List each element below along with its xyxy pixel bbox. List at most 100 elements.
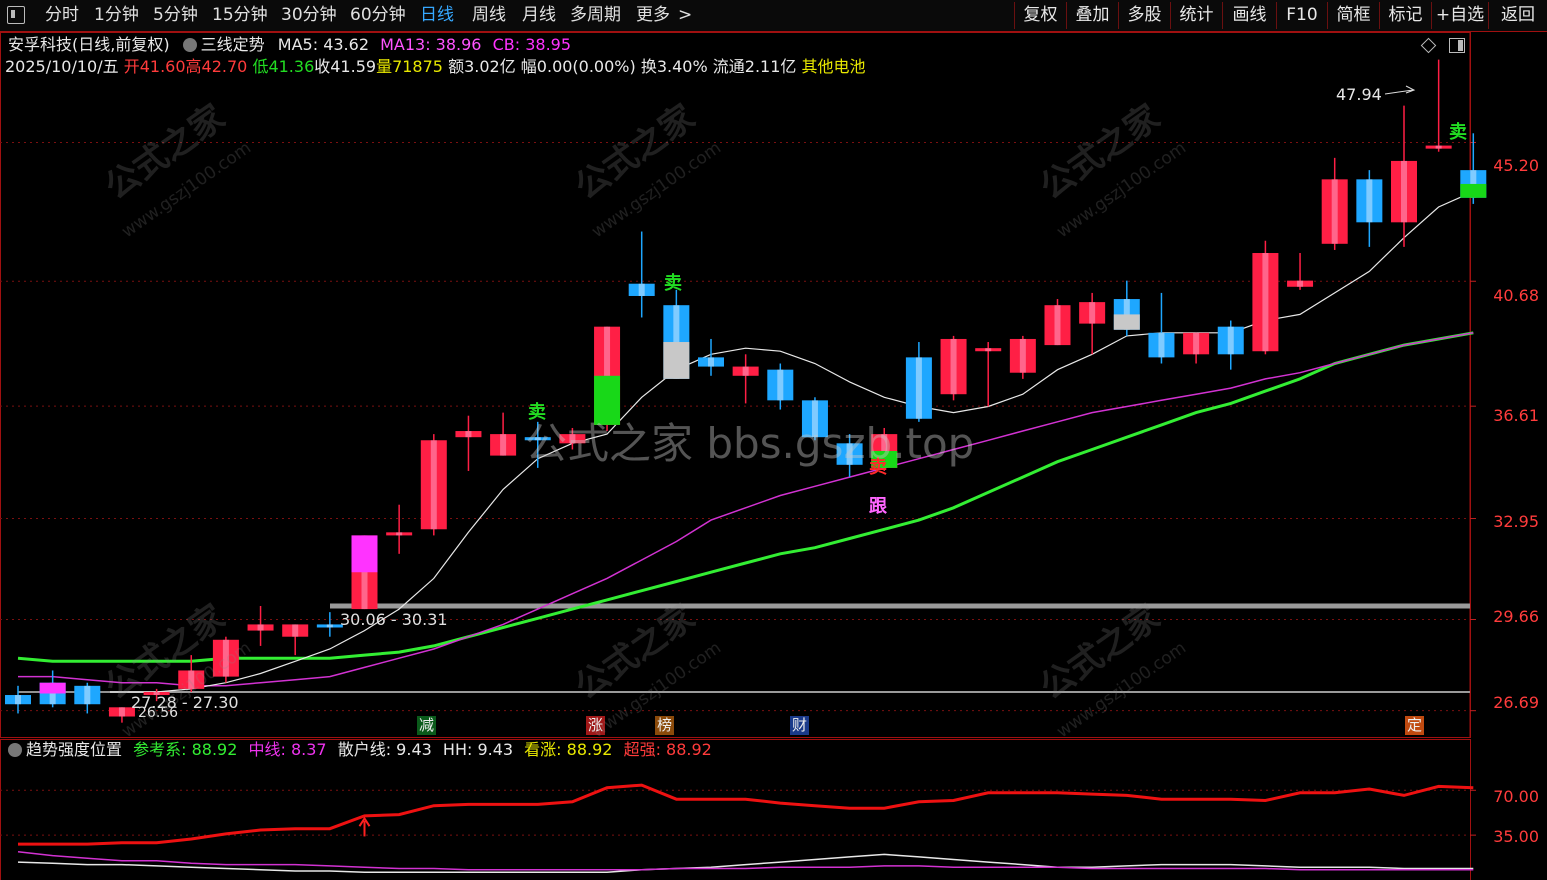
candle-stripe [1297,280,1304,287]
period-tab-5[interactable]: 60分钟 [350,4,406,26]
low-price-annotation: 26.56 [138,705,179,721]
toolbar-button-2[interactable]: 多股 [1118,2,1170,29]
candle-stripe [1227,326,1234,355]
period-tab-6[interactable]: 日线 [420,4,454,26]
amplitude-label: 幅0.00(0.00%) [520,57,636,76]
candle-stripe [1054,305,1061,346]
follow-signal: 跟 [869,496,887,517]
float-label: 流通2.11亿 [712,57,797,76]
concept-label[interactable]: 其他电池 [802,57,866,76]
stock-info-line: 安孚科技(日线,前复权) 三线定势 MA5: 43.62 MA13: 38.96… [8,35,571,55]
mid-line [17,851,1474,871]
candle-stripe [1331,179,1338,244]
fix-badge[interactable]: 定 [1405,716,1425,735]
candle-stripe [1366,179,1373,223]
candle-stripe [742,366,749,376]
ref-label: 参考系: 88.92 [133,740,238,759]
candle-stripe [465,431,472,438]
period-tab-0[interactable]: 分时 [45,4,79,26]
quote-line: 2025/10/10/五 开41.60高42.70 低41.36收41.59量7… [5,57,866,77]
candle-stripe [15,695,21,705]
rise-badge[interactable]: 涨 [586,716,606,735]
period-tab-3[interactable]: 15分钟 [212,4,268,26]
candle-stripe [638,283,645,296]
bull-label: 看涨: 88.92 [524,740,613,759]
price-tick-label: 45.20 [1493,156,1539,175]
high-label: 高42.70 [185,57,248,76]
toolbar-button-3[interactable]: 统计 [1170,2,1222,29]
period-tab-9[interactable]: 多周期 [570,4,621,26]
period-tab-7[interactable]: 周线 [472,4,506,26]
period-tab-2[interactable]: 5分钟 [153,4,198,26]
period-tab-8[interactable]: 月线 [522,4,556,26]
open-label: 开41.60 [123,57,186,76]
candle-stripe [1089,302,1096,324]
candle-stripe [118,707,125,717]
menu-icon[interactable] [7,6,25,24]
cb-label: CB: 38.95 [492,35,572,54]
candle-overlay [1113,314,1140,330]
close-label: 收41.59 [314,57,377,76]
watermark-site: 公式之家 bbs.gszb.top [525,419,975,468]
toolbar-button-4[interactable]: 画线 [1222,2,1276,29]
period-tab-10[interactable]: 更多 [636,4,670,26]
toolbar-button-9[interactable]: 返回 [1488,2,1547,29]
toolbar-button-5[interactable]: F10 [1276,2,1327,29]
strength-tick-label: 70.00 [1493,787,1539,806]
candle-stripe [1193,332,1200,355]
toolbar-button-7[interactable]: 标记 [1379,2,1431,29]
sub-plot-frame [0,739,1471,880]
period-tab-1[interactable]: 1分钟 [94,4,139,26]
strong-label: 超强: 88.92 [623,740,712,759]
volume-label: 量71875 [376,57,443,76]
high-price-annotation: 47.94 [1336,85,1382,104]
indicator-name[interactable]: 三线定势 [201,35,265,54]
candlestick-chart[interactable] [0,32,1547,738]
chevron-right-icon[interactable]: > [678,4,692,26]
panel-toggle-icon[interactable] [1449,38,1465,53]
candle-stripe [500,434,507,456]
period-tab-4[interactable]: 30分钟 [281,4,337,26]
toolbar-button-8[interactable]: +自选 [1431,2,1488,29]
trend-strength-chart[interactable] [0,739,1547,880]
candle-stripe [1401,160,1407,223]
toolbar-button-1[interactable]: 叠加 [1066,2,1118,29]
candle-overlay [351,535,378,573]
mid-label: 中线: 8.37 [248,740,327,759]
sell-signal: 卖 [664,273,682,294]
turnover-label: 换3.40% [640,57,708,76]
candle-overlay [663,342,690,379]
candle-stripe [257,624,264,631]
candle-stripe [222,639,229,677]
ma5-label: MA5: 43.62 [277,35,369,54]
hh-label: HH: 9.43 [442,740,514,759]
candle-stripe [1158,332,1165,358]
upper-range-label: 30.06 - 30.31 [340,610,448,629]
settings-icon[interactable] [182,38,197,52]
ma13-label: MA13: 38.96 [380,35,482,54]
toolbar-button-6[interactable]: 简框 [1327,2,1379,29]
price-tick-label: 40.68 [1493,286,1539,305]
candle-stripe [188,670,195,689]
retail-label: 散户线: 9.43 [337,740,432,759]
retail-line [17,853,1474,874]
main-plot-frame [0,32,1471,738]
sub-indicator-name[interactable]: 趋势强度位置 [26,740,122,759]
candle-stripe [1435,145,1442,149]
reduce-badge[interactable]: 减 [417,716,437,735]
finance-badge[interactable]: 财 [790,716,810,735]
candle-stripe [1262,253,1269,352]
amount-label: 额3.02亿 [448,57,516,76]
candle-stripe [84,685,91,705]
price-tick-label: 36.61 [1493,406,1539,425]
period-toolbar: 分时 1分钟 5分钟 15分钟 30分钟 60分钟 日线 周线 月线 多周期 更多 > 复权 叠加 多股统… [0,0,1547,32]
rank-badge[interactable]: 榜 [655,716,675,735]
price-tick-label: 29.66 [1493,607,1539,626]
candle-stripe [430,440,437,530]
candle-stripe [708,357,714,367]
date-label: 2025/10/10/五 [5,57,119,76]
stock-name[interactable]: 安孚科技(日线,前复权) [8,35,170,54]
sub-settings-icon[interactable] [8,743,22,757]
sub-info-line: 趋势强度位置 参考系: 88.92 中线: 8.37 散户线: 9.43 HH:… [8,740,712,760]
toolbar-button-0[interactable]: 复权 [1014,2,1066,29]
